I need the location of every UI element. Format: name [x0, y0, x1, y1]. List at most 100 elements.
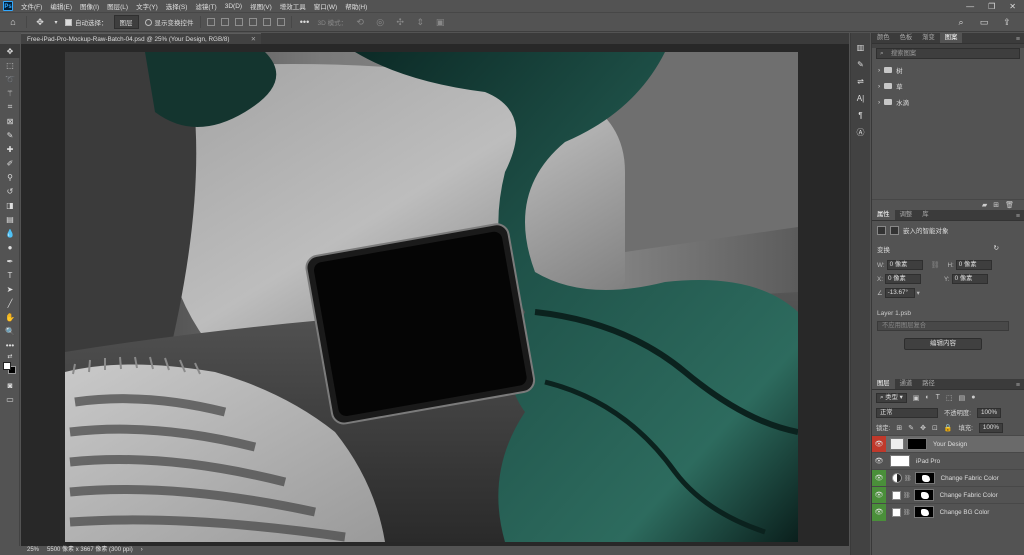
- move-tool-icon[interactable]: ✥: [33, 17, 47, 28]
- chevron-down-icon[interactable]: ▾: [917, 290, 920, 297]
- 3d-orbit-icon[interactable]: ⟲: [353, 17, 367, 28]
- tab-color[interactable]: 颜色: [872, 33, 895, 43]
- canvas-area[interactable]: [21, 44, 849, 546]
- height-input[interactable]: 0 像素: [955, 260, 992, 270]
- close-button[interactable]: ✕: [1009, 2, 1016, 11]
- panel-menu-icon[interactable]: ≡: [1016, 382, 1024, 389]
- x-field[interactable]: X: 0 像素: [877, 274, 921, 284]
- tab-properties[interactable]: 属性: [872, 210, 895, 220]
- blur-tool[interactable]: 💧: [0, 226, 20, 240]
- edit-contents-button[interactable]: 编辑内容: [904, 338, 982, 350]
- lock-artboard-icon[interactable]: ⊡: [932, 424, 938, 432]
- path-select-tool[interactable]: ➤: [0, 282, 20, 296]
- y-field[interactable]: Y: 0 像素: [944, 274, 988, 284]
- menu-filter[interactable]: 滤镜(T): [191, 1, 220, 11]
- tab-libraries[interactable]: 库: [917, 210, 933, 220]
- menu-plugins[interactable]: 增效工具: [276, 1, 310, 11]
- lock-pixels-icon[interactable]: ✎: [908, 424, 914, 432]
- mockup-photo[interactable]: [65, 52, 798, 542]
- layer-filter-dropdown[interactable]: ⌕ 类型 ▾: [876, 392, 907, 403]
- menu-help[interactable]: 帮助(H): [341, 1, 371, 11]
- crop-tool[interactable]: ⌗: [0, 100, 20, 114]
- frame-tool[interactable]: ⊠: [0, 114, 20, 128]
- tab-gradients[interactable]: 渐变: [917, 33, 940, 43]
- align-right-icon[interactable]: [234, 18, 243, 26]
- search-icon[interactable]: ⌕: [954, 17, 968, 28]
- layer-mask-thumbnail[interactable]: [913, 506, 934, 518]
- workspace-icon[interactable]: ▭: [977, 17, 991, 28]
- x-input[interactable]: 0 像素: [884, 274, 921, 284]
- align-center-icon[interactable]: [220, 18, 229, 26]
- filter-adjust-icon[interactable]: ◐: [925, 394, 929, 401]
- tab-paths[interactable]: 路径: [917, 379, 940, 389]
- brush-tool[interactable]: ✐: [0, 156, 20, 170]
- dodge-tool[interactable]: ●: [0, 240, 20, 254]
- magic-wand-tool[interactable]: ⚚: [0, 86, 20, 100]
- adjust-icon[interactable]: ⇌: [851, 73, 870, 90]
- 3d-roll-icon[interactable]: ◎: [373, 17, 387, 28]
- chevron-down-icon[interactable]: ▾: [53, 19, 59, 26]
- menu-type[interactable]: 文字(Y): [132, 1, 162, 11]
- visibility-eye-icon[interactable]: 👁: [872, 453, 886, 470]
- home-icon[interactable]: ⌂: [6, 17, 20, 27]
- width-field[interactable]: W: 0 像素: [877, 260, 923, 270]
- align-left-icon[interactable]: [206, 18, 215, 26]
- transform-controls-checkbox[interactable]: 显示变换控件: [144, 17, 194, 27]
- new-pattern-icon[interactable]: ⊞: [993, 201, 999, 209]
- width-input[interactable]: 0 像素: [886, 260, 923, 270]
- menu-view[interactable]: 视图(V): [246, 1, 276, 11]
- document-info[interactable]: 5500 像素 x 3667 像素 (300 ppi): [47, 546, 133, 555]
- paragraph-icon[interactable]: ¶: [851, 107, 870, 124]
- layer-mask-thumbnail[interactable]: [914, 472, 935, 484]
- pattern-group-water[interactable]: › 水滴: [872, 94, 1024, 110]
- pattern-group-grass[interactable]: › 草: [872, 78, 1024, 94]
- chevron-right-icon[interactable]: ›: [141, 546, 143, 555]
- foreground-color[interactable]: [3, 362, 11, 370]
- layer-row[interactable]: 👁 ⛓ Change Fabric Color: [872, 469, 1024, 487]
- 3d-pan-icon[interactable]: ✣: [393, 17, 407, 28]
- pattern-search-input[interactable]: ⌕ 搜索图案: [876, 48, 1020, 59]
- angle-field[interactable]: ∠ -13.67° ▾: [877, 288, 920, 298]
- lock-position-icon[interactable]: ✥: [920, 424, 926, 432]
- share-icon[interactable]: ⇪: [1000, 17, 1014, 28]
- filter-smart-icon[interactable]: ▤: [959, 394, 966, 402]
- character-icon[interactable]: A|: [851, 90, 870, 107]
- visibility-eye-icon[interactable]: 👁: [872, 469, 886, 487]
- opacity-input[interactable]: 100%: [976, 407, 1002, 418]
- filter-shape-icon[interactable]: ⬚: [946, 394, 953, 402]
- panel-menu-icon[interactable]: ≡: [1016, 213, 1024, 220]
- gradient-tool[interactable]: ▤: [0, 212, 20, 226]
- angle-input[interactable]: -13.67°: [884, 288, 915, 298]
- more-options-icon[interactable]: •••: [298, 17, 312, 27]
- menu-edit[interactable]: 编辑(E): [46, 1, 76, 11]
- history-icon[interactable]: ▥: [851, 39, 870, 56]
- visibility-eye-icon[interactable]: 👁: [872, 486, 886, 504]
- lock-all-icon[interactable]: 🔒: [944, 424, 953, 432]
- layer-row[interactable]: 👁 ⛓ Change BG Color: [872, 503, 1024, 521]
- filter-toggle-icon[interactable]: ●: [971, 394, 975, 401]
- eyedropper-tool[interactable]: ✎: [0, 128, 20, 142]
- healing-tool[interactable]: ✚: [0, 142, 20, 156]
- new-group-icon[interactable]: ▰: [982, 201, 987, 209]
- menu-layer[interactable]: 图层(L): [103, 1, 132, 11]
- trash-icon[interactable]: 🗑: [1005, 201, 1014, 209]
- quick-mask[interactable]: ◙: [0, 378, 20, 392]
- layer-row[interactable]: 👁 iPad Pro: [872, 452, 1024, 469]
- align-bottom-icon[interactable]: [276, 18, 285, 26]
- type-tool[interactable]: T: [0, 268, 20, 282]
- layer-mask-thumbnail[interactable]: [907, 438, 927, 450]
- layer-row[interactable]: 👁 Your Design: [872, 435, 1024, 453]
- edit-toolbar[interactable]: •••: [0, 338, 20, 352]
- fill-input[interactable]: 100%: [978, 422, 1004, 433]
- y-input[interactable]: 0 像素: [951, 274, 988, 284]
- menu-image[interactable]: 图像(I): [76, 1, 103, 11]
- menu-window[interactable]: 窗口(W): [310, 1, 341, 11]
- layer-row[interactable]: 👁 ⛓ Change Fabric Color: [872, 486, 1024, 504]
- visibility-eye-icon[interactable]: 👁: [872, 503, 886, 521]
- height-field[interactable]: H: 0 像素: [947, 260, 992, 270]
- zoom-tool[interactable]: 🔍: [0, 324, 20, 338]
- lasso-tool[interactable]: ➰: [0, 72, 20, 86]
- line-tool[interactable]: ╱: [0, 296, 20, 310]
- link-icon[interactable]: ⛓: [931, 261, 940, 269]
- menu-3d[interactable]: 3D(D): [221, 3, 246, 10]
